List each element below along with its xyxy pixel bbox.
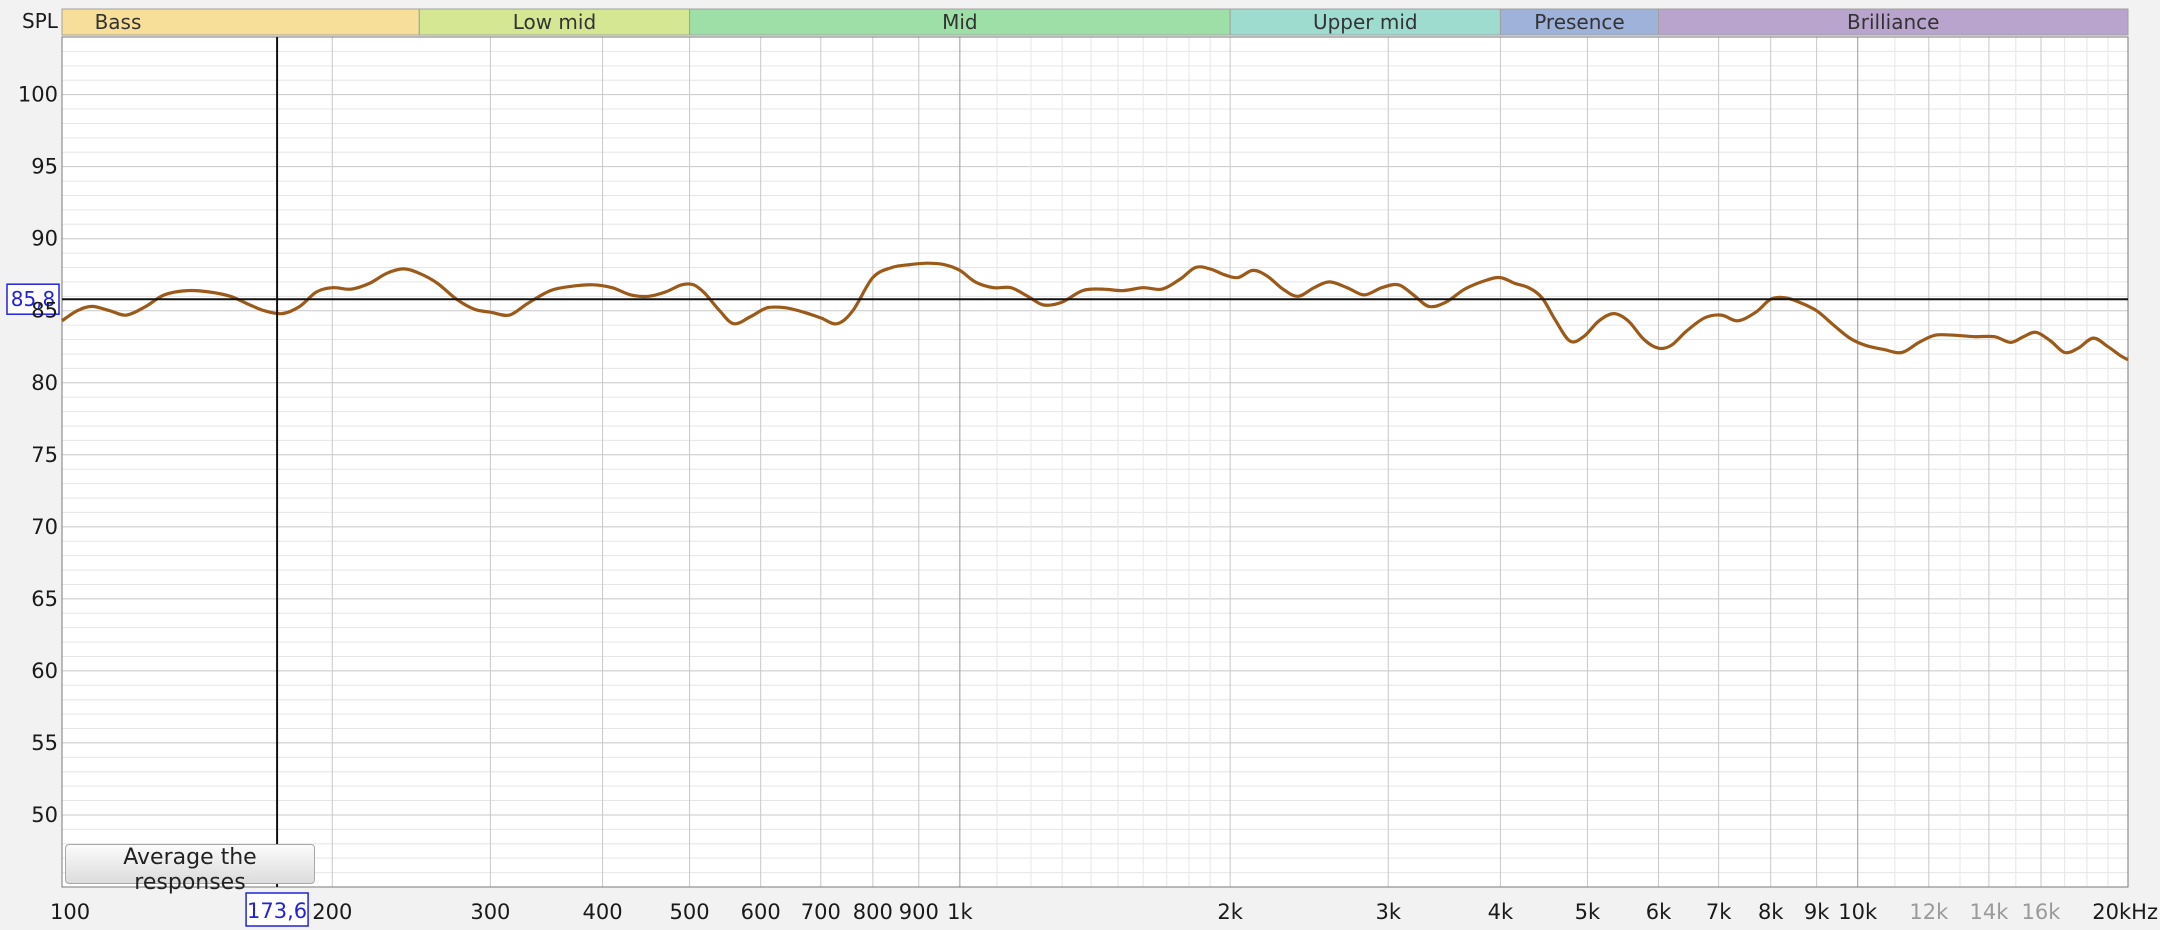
frequency-bands: Bass Low mid Mid Upper mid Presence Brillianc… xyxy=(61,8,2129,36)
y-tick-label: 70 xyxy=(31,515,58,539)
x-tick-label: 500 xyxy=(670,900,710,924)
x-tick-label: 8k xyxy=(1758,900,1784,924)
band-label-brilliance: Brilliance xyxy=(1847,10,1939,34)
y-tick-label: 75 xyxy=(31,443,58,467)
x-tick-label: 3k xyxy=(1375,900,1401,924)
x-tick-label: 900 xyxy=(899,900,939,924)
y-tick-label: 65 xyxy=(31,587,58,611)
x-tick-label: 14k xyxy=(1969,900,2009,924)
y-tick-label: 80 xyxy=(31,371,58,395)
x-tick-label: 7k xyxy=(1706,900,1732,924)
y-tick-label: 50 xyxy=(31,803,58,827)
x-tick-label: 20kHz xyxy=(2092,900,2158,924)
spl-chart: Bass Low mid Mid Upper mid Presence Brillianc… xyxy=(0,0,2160,930)
x-tick-label: 300 xyxy=(470,900,510,924)
band-label-bass: Bass xyxy=(95,10,142,34)
y-tick-label: 85 xyxy=(31,299,58,323)
x-tick-label: 800 xyxy=(853,900,893,924)
band-label-presence: Presence xyxy=(1534,10,1625,34)
x-tick-label: 5k xyxy=(1575,900,1601,924)
x-tick-label: 4k xyxy=(1488,900,1514,924)
y-tick-label: 95 xyxy=(31,155,58,179)
y-tick-label: 60 xyxy=(31,659,58,683)
x-tick-label: 16k xyxy=(2022,900,2062,924)
band-label-upper-mid: Upper mid xyxy=(1313,10,1418,34)
band-label-low-mid: Low mid xyxy=(513,10,596,34)
band-label-mid: Mid xyxy=(942,10,978,34)
x-tick-label: 2k xyxy=(1217,900,1243,924)
x-tick-label: 400 xyxy=(583,900,623,924)
x-tick-label: 100 xyxy=(50,900,90,924)
x-tick-label: 6k xyxy=(1646,900,1672,924)
x-tick-label: 600 xyxy=(741,900,781,924)
y-tick-label: 55 xyxy=(31,731,58,755)
y-tick-label: 90 xyxy=(31,227,58,251)
cursor-x-readout: 173,6 xyxy=(247,899,307,923)
plot-area xyxy=(62,37,2128,887)
x-tick-label: 200 xyxy=(312,900,352,924)
y-tick-label: 100 xyxy=(18,83,58,107)
average-responses-button[interactable]: Average the responses xyxy=(65,844,315,895)
x-tick-label: 1k xyxy=(947,900,973,924)
x-tick-label: 700 xyxy=(801,900,841,924)
y-axis-title: SPL xyxy=(22,9,59,33)
x-tick-label: 10k xyxy=(1838,900,1878,924)
x-tick-label: 9k xyxy=(1804,900,1830,924)
x-tick-label: 12k xyxy=(1909,900,1949,924)
